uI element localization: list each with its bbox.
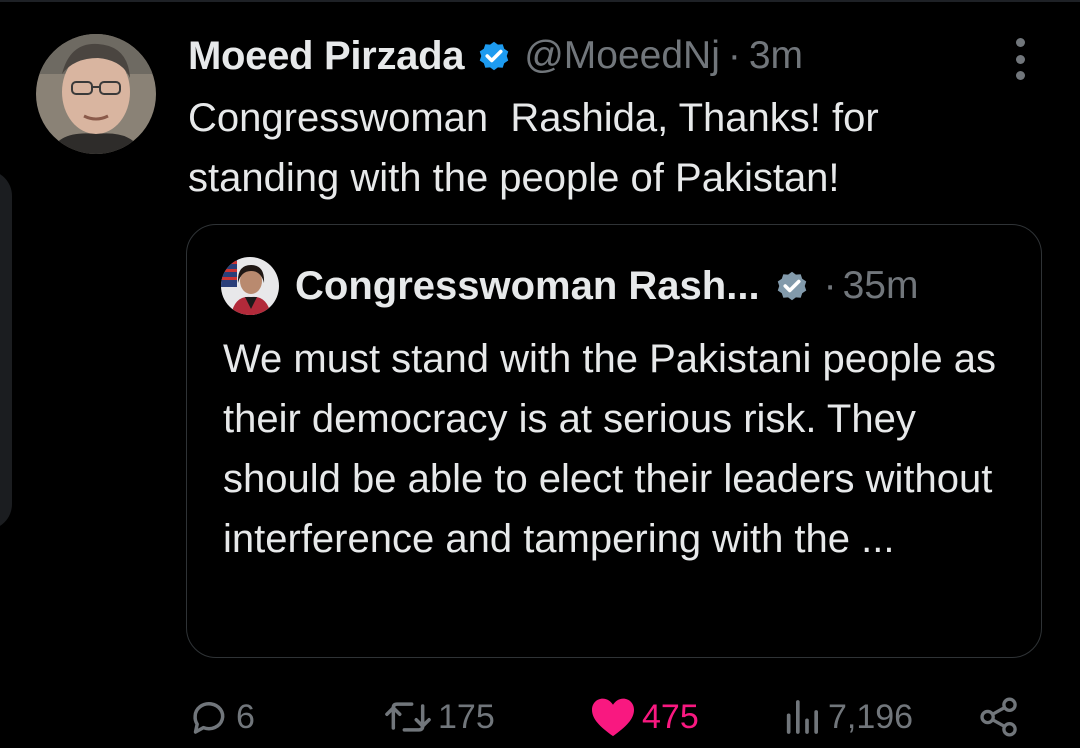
like-count: 475 bbox=[642, 697, 699, 736]
views-button[interactable]: 7,196 bbox=[782, 692, 913, 742]
more-options-icon[interactable] bbox=[1008, 38, 1032, 80]
separator-dot: · bbox=[727, 34, 741, 77]
top-divider bbox=[0, 0, 1080, 2]
like-button[interactable]: 475 bbox=[590, 692, 699, 742]
share-icon bbox=[978, 696, 1020, 738]
quoted-tweet-timestamp[interactable]: 35m bbox=[843, 264, 919, 308]
quoted-tweet-header: Congresswoman Rash... · 35m bbox=[221, 257, 918, 315]
views-count: 7,196 bbox=[828, 697, 914, 736]
tweet-header: Moeed Pirzada @MoeedNj · 3m bbox=[188, 28, 803, 84]
author-avatar[interactable] bbox=[36, 34, 156, 154]
share-button[interactable] bbox=[978, 692, 1020, 742]
left-edge-shadow bbox=[0, 170, 12, 530]
quoted-separator-dot: · bbox=[823, 264, 837, 307]
more-dot bbox=[1015, 54, 1025, 64]
reply-button[interactable]: 6 bbox=[186, 692, 255, 742]
tweet-timestamp[interactable]: 3m bbox=[749, 34, 803, 78]
retweet-icon bbox=[384, 695, 432, 739]
reply-count: 6 bbox=[236, 697, 255, 736]
reply-icon bbox=[186, 695, 230, 739]
retweet-count: 175 bbox=[438, 697, 495, 736]
quoted-tweet-card[interactable]: Congresswoman Rash... · 35m We must stan… bbox=[186, 224, 1042, 658]
gray-verified-badge-icon[interactable] bbox=[774, 268, 810, 304]
more-dot bbox=[1015, 38, 1025, 47]
author-handle[interactable]: @MoeedNj bbox=[524, 34, 720, 78]
tweet-actions-bar: 6 175 475 7,196 bbox=[186, 692, 1026, 742]
verified-badge-icon[interactable] bbox=[476, 38, 512, 74]
tweet-text: Congresswoman Rashida, Thanks! for stand… bbox=[188, 96, 890, 200]
quoted-author-avatar[interactable] bbox=[221, 257, 279, 315]
retweet-button[interactable]: 175 bbox=[384, 692, 495, 742]
quoted-author-name[interactable]: Congresswoman Rash... bbox=[295, 264, 760, 309]
heart-icon bbox=[590, 696, 636, 738]
author-name[interactable]: Moeed Pirzada bbox=[188, 34, 464, 79]
quoted-tweet-text: We must stand with the Pakistani people … bbox=[223, 337, 997, 561]
more-dot bbox=[1015, 71, 1025, 80]
analytics-icon bbox=[782, 697, 822, 737]
